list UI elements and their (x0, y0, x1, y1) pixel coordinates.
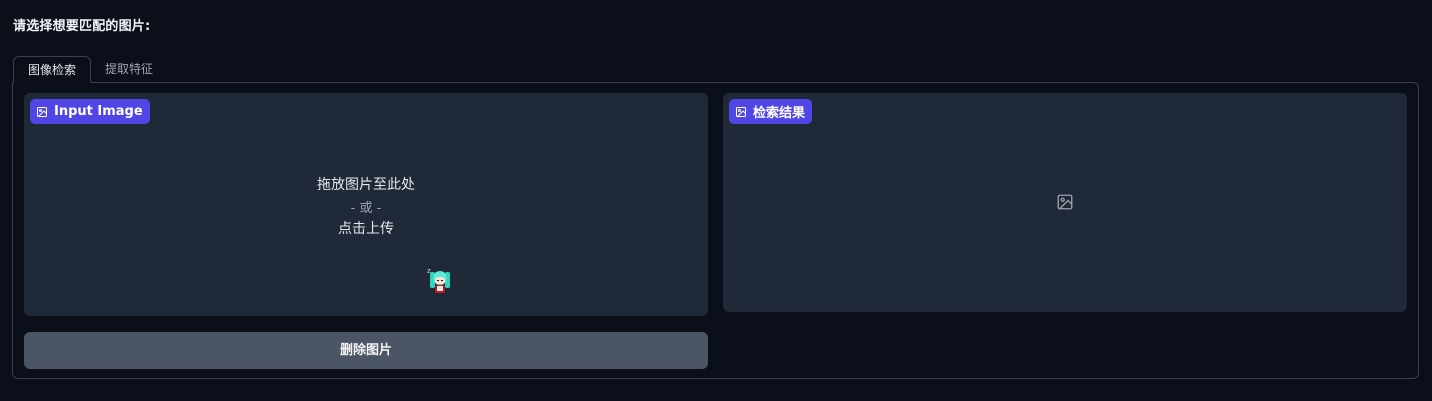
image-placeholder-icon (1056, 193, 1074, 215)
input-image-dropzone[interactable]: Input Image 拖放图片至此处 - 或 - 点击上传 z (24, 93, 708, 316)
result-image-box: 检索结果 (723, 93, 1407, 312)
click-to-upload[interactable]: 点击上传 (24, 218, 708, 238)
input-image-label-text: Input Image (54, 104, 143, 119)
tab-bar: 图像检索 提取特征 (13, 56, 167, 83)
drop-instruction: 拖放图片至此处 (317, 177, 415, 193)
page-title: 请选择想要匹配的图片: (13, 19, 151, 34)
image-icon (735, 106, 747, 118)
image-icon (36, 106, 48, 118)
tab-extract-features[interactable]: 提取特征 (91, 56, 167, 83)
input-image-label: Input Image (30, 99, 150, 124)
result-label-text: 检索结果 (753, 106, 806, 121)
drop-or-separator: - 或 - (350, 201, 382, 216)
tab-image-search[interactable]: 图像检索 (13, 56, 92, 83)
result-label: 检索结果 (729, 99, 813, 124)
chibi-character-icon: z (427, 266, 453, 296)
delete-image-button[interactable]: 删除图片 (24, 332, 708, 369)
